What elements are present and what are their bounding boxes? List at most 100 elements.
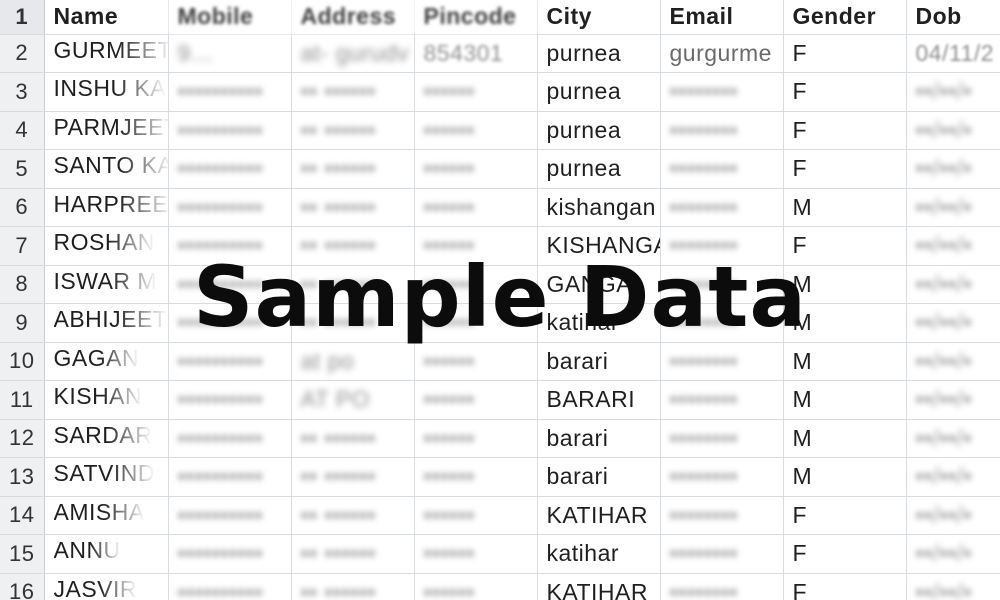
cell-pincode[interactable]: ••••••: [414, 419, 538, 458]
cell-name[interactable]: SATVIND: [44, 457, 169, 497]
cell-address[interactable]: at- gurudv: [291, 34, 415, 73]
row-number[interactable]: 7: [0, 226, 45, 266]
cell-dob[interactable]: ••/••/•: [906, 303, 1000, 343]
row-number[interactable]: 8: [0, 265, 45, 304]
row-number[interactable]: 9: [0, 303, 45, 343]
cell-mobile[interactable]: 9…: [168, 34, 292, 73]
cell-address[interactable]: •• ••••••: [291, 303, 415, 343]
cell-pincode[interactable]: 854301: [414, 34, 538, 73]
cell-email[interactable]: ••••••••: [660, 573, 784, 600]
cell-city[interactable]: purnea: [537, 149, 661, 189]
cell-gender[interactable]: F: [783, 111, 907, 150]
cell-name[interactable]: PARMJEET: [44, 111, 169, 150]
cell-mobile[interactable]: ••••••••••: [168, 303, 292, 343]
cell-dob[interactable]: ••/••/•: [906, 419, 1000, 458]
cell-name[interactable]: HARPREET: [44, 188, 169, 227]
cell-city[interactable]: purnea: [537, 72, 661, 112]
cell-address[interactable]: •• ••••••: [291, 534, 415, 574]
row-number[interactable]: 3: [0, 72, 45, 112]
cell-gender[interactable]: M: [783, 265, 907, 304]
cell-name[interactable]: KISHAN: [44, 380, 169, 420]
cell-email[interactable]: ••••••••: [660, 496, 784, 535]
cell-name[interactable]: GURMEET: [44, 34, 169, 73]
cell-email[interactable]: ••••••••: [660, 303, 784, 343]
cell-email[interactable]: ••••••••: [660, 226, 784, 266]
cell-name[interactable]: INSHU KA: [44, 72, 169, 112]
cell-mobile[interactable]: ••••••••••: [168, 226, 292, 266]
cell-dob[interactable]: ••/••/•: [906, 457, 1000, 497]
cell-gender[interactable]: M: [783, 342, 907, 381]
cell-city[interactable]: purnea: [537, 34, 661, 73]
cell-name[interactable]: ABHIJEET: [44, 303, 169, 343]
cell-dob[interactable]: ••/••/•: [906, 380, 1000, 420]
cell-gender[interactable]: F: [783, 34, 907, 73]
cell-address[interactable]: AT PO: [291, 380, 415, 420]
cell-pincode[interactable]: ••••••: [414, 265, 538, 304]
cell-city[interactable]: kishangan: [537, 188, 661, 227]
cell-gender[interactable]: F: [783, 496, 907, 535]
cell-mobile[interactable]: ••••••••••: [168, 149, 292, 189]
cell-name[interactable]: ROSHAN: [44, 226, 169, 266]
cell-dob[interactable]: ••/••/•: [906, 496, 1000, 535]
column-header-city[interactable]: City: [537, 0, 661, 35]
cell-pincode[interactable]: ••••••: [414, 72, 538, 112]
column-header-gender[interactable]: Gender: [783, 0, 907, 35]
row-number[interactable]: 1: [0, 0, 45, 35]
cell-name[interactable]: AMISHA: [44, 496, 169, 535]
cell-address[interactable]: •• ••••••: [291, 149, 415, 189]
row-number[interactable]: 14: [0, 496, 45, 535]
cell-email[interactable]: ••••••••: [660, 457, 784, 497]
cell-address[interactable]: •• ••••••: [291, 457, 415, 497]
cell-mobile[interactable]: ••••••••••: [168, 496, 292, 535]
cell-name[interactable]: GAGAN: [44, 342, 169, 381]
cell-address[interactable]: •• ••••••: [291, 496, 415, 535]
cell-city[interactable]: katihar: [537, 534, 661, 574]
cell-address[interactable]: •• ••••••: [291, 226, 415, 266]
cell-pincode[interactable]: ••••••: [414, 303, 538, 343]
cell-pincode[interactable]: ••••••: [414, 496, 538, 535]
cell-gender[interactable]: M: [783, 380, 907, 420]
cell-email[interactable]: ••••••••: [660, 342, 784, 381]
cell-dob[interactable]: ••/••/•: [906, 534, 1000, 574]
cell-gender[interactable]: M: [783, 303, 907, 343]
cell-dob[interactable]: ••/••/•: [906, 226, 1000, 266]
cell-mobile[interactable]: ••••••••••: [168, 457, 292, 497]
cell-pincode[interactable]: ••••••: [414, 149, 538, 189]
cell-address[interactable]: at po: [291, 342, 415, 381]
column-header-name[interactable]: Name: [44, 0, 169, 35]
cell-city[interactable]: KATIHAR: [537, 573, 661, 600]
cell-dob[interactable]: 04/11/2: [906, 34, 1000, 73]
cell-dob[interactable]: ••/••/•: [906, 573, 1000, 600]
row-number[interactable]: 6: [0, 188, 45, 227]
cell-pincode[interactable]: ••••••: [414, 188, 538, 227]
cell-dob[interactable]: ••/••/•: [906, 111, 1000, 150]
cell-address[interactable]: •• ••••••: [291, 111, 415, 150]
row-number[interactable]: 5: [0, 149, 45, 189]
row-number[interactable]: 12: [0, 419, 45, 458]
cell-email[interactable]: ••••••••: [660, 265, 784, 304]
cell-mobile[interactable]: ••••••••••: [168, 380, 292, 420]
cell-name[interactable]: ISWAR M: [44, 265, 169, 304]
cell-city[interactable]: purnea: [537, 111, 661, 150]
row-number[interactable]: 16: [0, 573, 45, 600]
cell-city[interactable]: KATIHAR: [537, 496, 661, 535]
cell-dob[interactable]: ••/••/•: [906, 342, 1000, 381]
column-header-pincode[interactable]: Pincode: [414, 0, 538, 35]
column-header-address[interactable]: Address: [291, 0, 415, 35]
cell-name[interactable]: JASVIR: [44, 573, 169, 600]
cell-pincode[interactable]: ••••••: [414, 534, 538, 574]
cell-gender[interactable]: F: [783, 72, 907, 112]
cell-mobile[interactable]: ••••••••••: [168, 72, 292, 112]
column-header-email[interactable]: Email: [660, 0, 784, 35]
cell-name[interactable]: SARDAR: [44, 419, 169, 458]
cell-pincode[interactable]: ••••••: [414, 226, 538, 266]
cell-city[interactable]: barari: [537, 457, 661, 497]
cell-mobile[interactable]: ••••••••••: [168, 573, 292, 600]
row-number[interactable]: 4: [0, 111, 45, 150]
row-number[interactable]: 13: [0, 457, 45, 497]
row-number[interactable]: 15: [0, 534, 45, 574]
cell-city[interactable]: KISHANGANJ: [537, 226, 661, 266]
cell-gender[interactable]: F: [783, 149, 907, 189]
cell-gender[interactable]: F: [783, 226, 907, 266]
cell-email[interactable]: ••••••••: [660, 149, 784, 189]
